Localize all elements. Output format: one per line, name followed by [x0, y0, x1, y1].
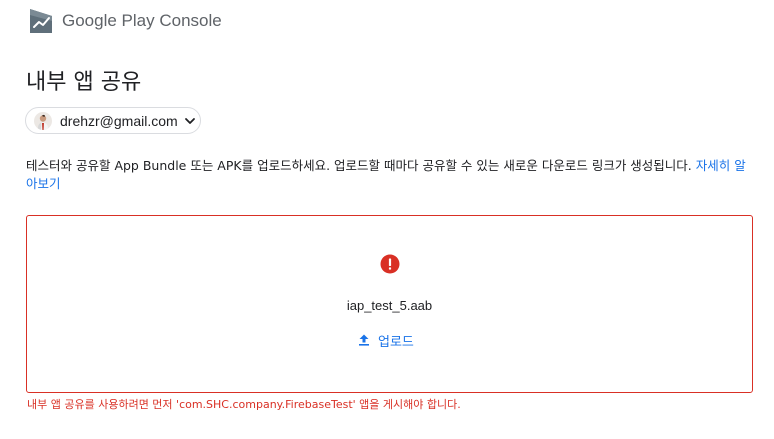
upload-icon — [359, 334, 369, 346]
error-message: 내부 앱 공유를 사용하려면 먼저 'com.SHC.company.Fireb… — [27, 398, 461, 411]
brand-google: Google Play — [62, 11, 155, 30]
description-text: 테스터와 공유할 App Bundle 또는 APK를 업로드하세요. 업로드할… — [26, 158, 696, 173]
chevron-down-icon — [184, 117, 195, 124]
brand-product: Console — [154, 11, 222, 30]
user-avatar — [34, 111, 52, 130]
upload-button[interactable]: 업로드 — [353, 328, 418, 352]
account-email: drehzr@gmail.com — [60, 112, 178, 129]
upload-dropzone[interactable]: iap_test_5.aab 업로드 — [26, 215, 753, 393]
error-icon — [380, 254, 400, 274]
brand-name[interactable]: Google Play Console — [62, 11, 222, 31]
page-title: 내부 앱 공유 — [26, 70, 142, 95]
upload-button-label: 업로드 — [378, 333, 414, 349]
uploaded-file-name: iap_test_5.aab — [346, 298, 433, 313]
page-description: 테스터와 공유할 App Bundle 또는 APK를 업로드하세요. 업로드할… — [26, 157, 756, 193]
account-selector[interactable]: drehzr@gmail.com — [25, 107, 201, 134]
app-header: Google Play Console — [28, 5, 222, 37]
google-play-console-logo-icon[interactable] — [28, 7, 54, 35]
